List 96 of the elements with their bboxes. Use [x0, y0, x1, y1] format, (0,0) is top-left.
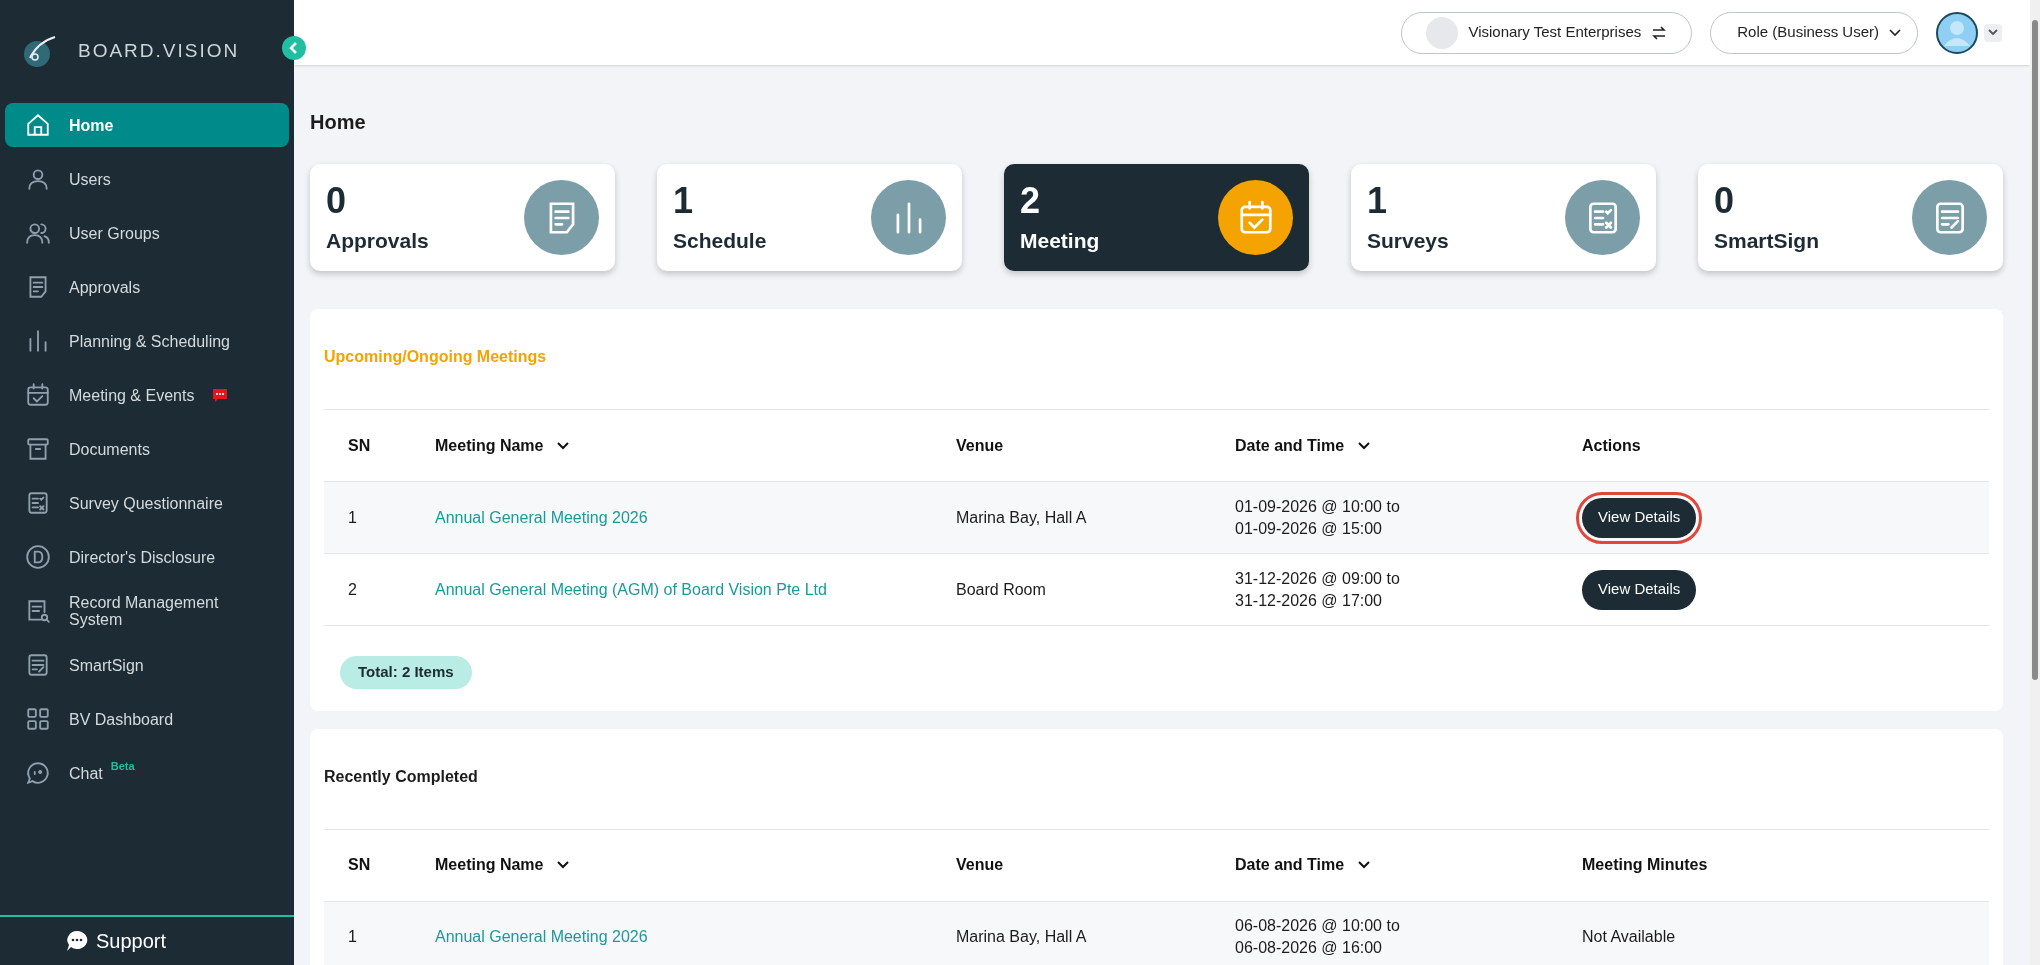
chat-bubble-icon [66, 930, 88, 952]
column-header: Venue [956, 435, 1004, 456]
support-link[interactable]: Support [96, 926, 167, 956]
sort-chevron-icon[interactable] [1358, 861, 1371, 869]
document-search-icon [25, 598, 51, 624]
sidebar-item[interactable]: Documents [5, 427, 289, 471]
sidebar-item[interactable]: Meeting & Events [5, 373, 289, 417]
section-title: Upcoming/Ongoing Meetings [324, 347, 548, 367]
card-label: Schedule [673, 228, 767, 253]
venue-text: Marina Bay, Hall A [956, 927, 1087, 947]
sidebar-item-label: SmartSign [69, 656, 144, 674]
chevron-left-icon [289, 42, 299, 54]
brand-name: BOARD.VISION [78, 38, 240, 63]
summary-card[interactable]: 0 Approvals [310, 164, 615, 271]
sort-chevron-icon[interactable] [557, 441, 570, 450]
column-header: Venue [956, 855, 1004, 875]
minutes-status: Not Available [1582, 927, 1676, 947]
sidebar-item-label: Home [69, 116, 114, 134]
summary-card[interactable]: 1 Schedule [657, 164, 962, 271]
collapse-sidebar-button[interactable] [282, 36, 306, 60]
date-time-text: 06-08-2026 @ 10:00 to 06-08-2026 @ 16:00 [1235, 916, 1401, 958]
sidebar-item[interactable]: Record Management System [5, 589, 289, 633]
archive-box-icon [25, 436, 51, 462]
chevron-down-icon [1988, 29, 1998, 36]
user-icon [25, 166, 51, 192]
sidebar-item[interactable]: Users [5, 157, 289, 201]
column-header: Actions [1582, 435, 1641, 456]
switch-icon [1651, 24, 1668, 41]
sidebar-item-label: Director's Disclosure [69, 548, 216, 566]
meeting-name-link[interactable]: Annual General Meeting (AGM) of Board Vision Pte Ltd [435, 577, 827, 602]
column-header: SN [348, 435, 371, 456]
beta-tag: Beta [110, 757, 135, 775]
card-count: 0 [1714, 182, 1736, 219]
summary-card[interactable]: 2 Meeting [1004, 164, 1309, 271]
organization-logo [1426, 16, 1459, 49]
letter-d-circle-icon [25, 544, 51, 570]
scrollbar[interactable] [2030, 0, 2040, 965]
sidebar-item-label: Meeting & Events [69, 386, 195, 404]
card-count: 1 [1367, 182, 1389, 219]
sidebar-item[interactable]: Approvals [5, 265, 289, 309]
total-items-badge: Total: 2 Items [340, 656, 472, 689]
summary-card[interactable]: 1 Surveys [1351, 164, 1656, 271]
column-header[interactable]: Date and Time [1235, 433, 1345, 458]
column-header: SN [348, 855, 371, 875]
date-time-text: 01-09-2026 @ 10:00 to 01-09-2026 @ 15:00 [1235, 496, 1401, 539]
users-icon [25, 220, 51, 246]
card-label: Approvals [326, 228, 429, 253]
column-header[interactable]: Date and Time [1235, 853, 1345, 877]
card-count: 0 [326, 182, 348, 219]
sidebar-item-label: BV Dashboard [69, 710, 174, 728]
section-title: Recently Completed [324, 766, 479, 787]
calendar-check-icon [25, 382, 51, 408]
column-header: Meeting Minutes [1582, 855, 1708, 875]
checklist-icon [25, 490, 51, 516]
sidebar-item[interactable]: Chat Beta [5, 751, 289, 795]
page-title: Home [310, 110, 367, 135]
sidebar-item-label: Planning & Scheduling [69, 332, 230, 350]
chat-bubble-icon [25, 760, 51, 786]
card-label: Surveys [1367, 228, 1449, 253]
sidebar-item-label: Approvals [69, 278, 141, 296]
sidebar-item[interactable]: BV Dashboard [5, 697, 289, 741]
sidebar-item-label: User Groups [69, 224, 160, 242]
column-header[interactable]: Meeting Name [435, 853, 544, 877]
account-menu-button[interactable] [1984, 23, 2002, 42]
home-icon [25, 112, 51, 138]
serial-number: 1 [348, 507, 357, 528]
sidebar-item[interactable]: SmartSign [5, 643, 289, 687]
logo-icon [22, 34, 56, 68]
card-label: SmartSign [1714, 228, 1820, 253]
serial-number: 1 [348, 927, 357, 947]
sort-chevron-icon[interactable] [1358, 441, 1371, 450]
document-pen-icon [25, 652, 51, 678]
summary-card[interactable]: 0 SmartSign [1698, 164, 2003, 271]
sidebar-item-label: Users [69, 170, 111, 188]
sidebar-item[interactable]: Planning & Scheduling [5, 319, 289, 363]
sidebar-item-label: Documents [69, 440, 150, 458]
venue-text: Marina Bay, Hall A [956, 507, 1087, 528]
card-label: Meeting [1020, 228, 1100, 253]
avatar-icon[interactable] [1936, 11, 1978, 54]
card-count: 2 [1020, 182, 1042, 219]
sidebar-item-label: Survey Questionnaire [69, 494, 223, 512]
sidebar-item[interactable]: Home [5, 103, 289, 147]
sidebar-item-label: Chat [69, 764, 103, 782]
grid-icon [25, 706, 51, 732]
column-header[interactable]: Meeting Name [435, 433, 544, 458]
sidebar-item[interactable]: User Groups [5, 211, 289, 255]
view-details-button[interactable]: View Details [1582, 569, 1697, 610]
chevron-down-icon [1889, 28, 1901, 37]
serial-number: 2 [348, 579, 357, 600]
sort-chevron-icon[interactable] [557, 861, 570, 869]
sidebar-item-label: Record Management System [69, 594, 220, 628]
card-count: 1 [673, 182, 695, 219]
venue-text: Board Room [956, 579, 1046, 600]
sidebar-item[interactable]: Survey Questionnaire [5, 481, 289, 525]
sidebar-item[interactable]: Director's Disclosure [5, 535, 289, 579]
date-time-text: 31-12-2026 @ 09:00 to 31-12-2026 @ 17:00 [1235, 568, 1401, 611]
